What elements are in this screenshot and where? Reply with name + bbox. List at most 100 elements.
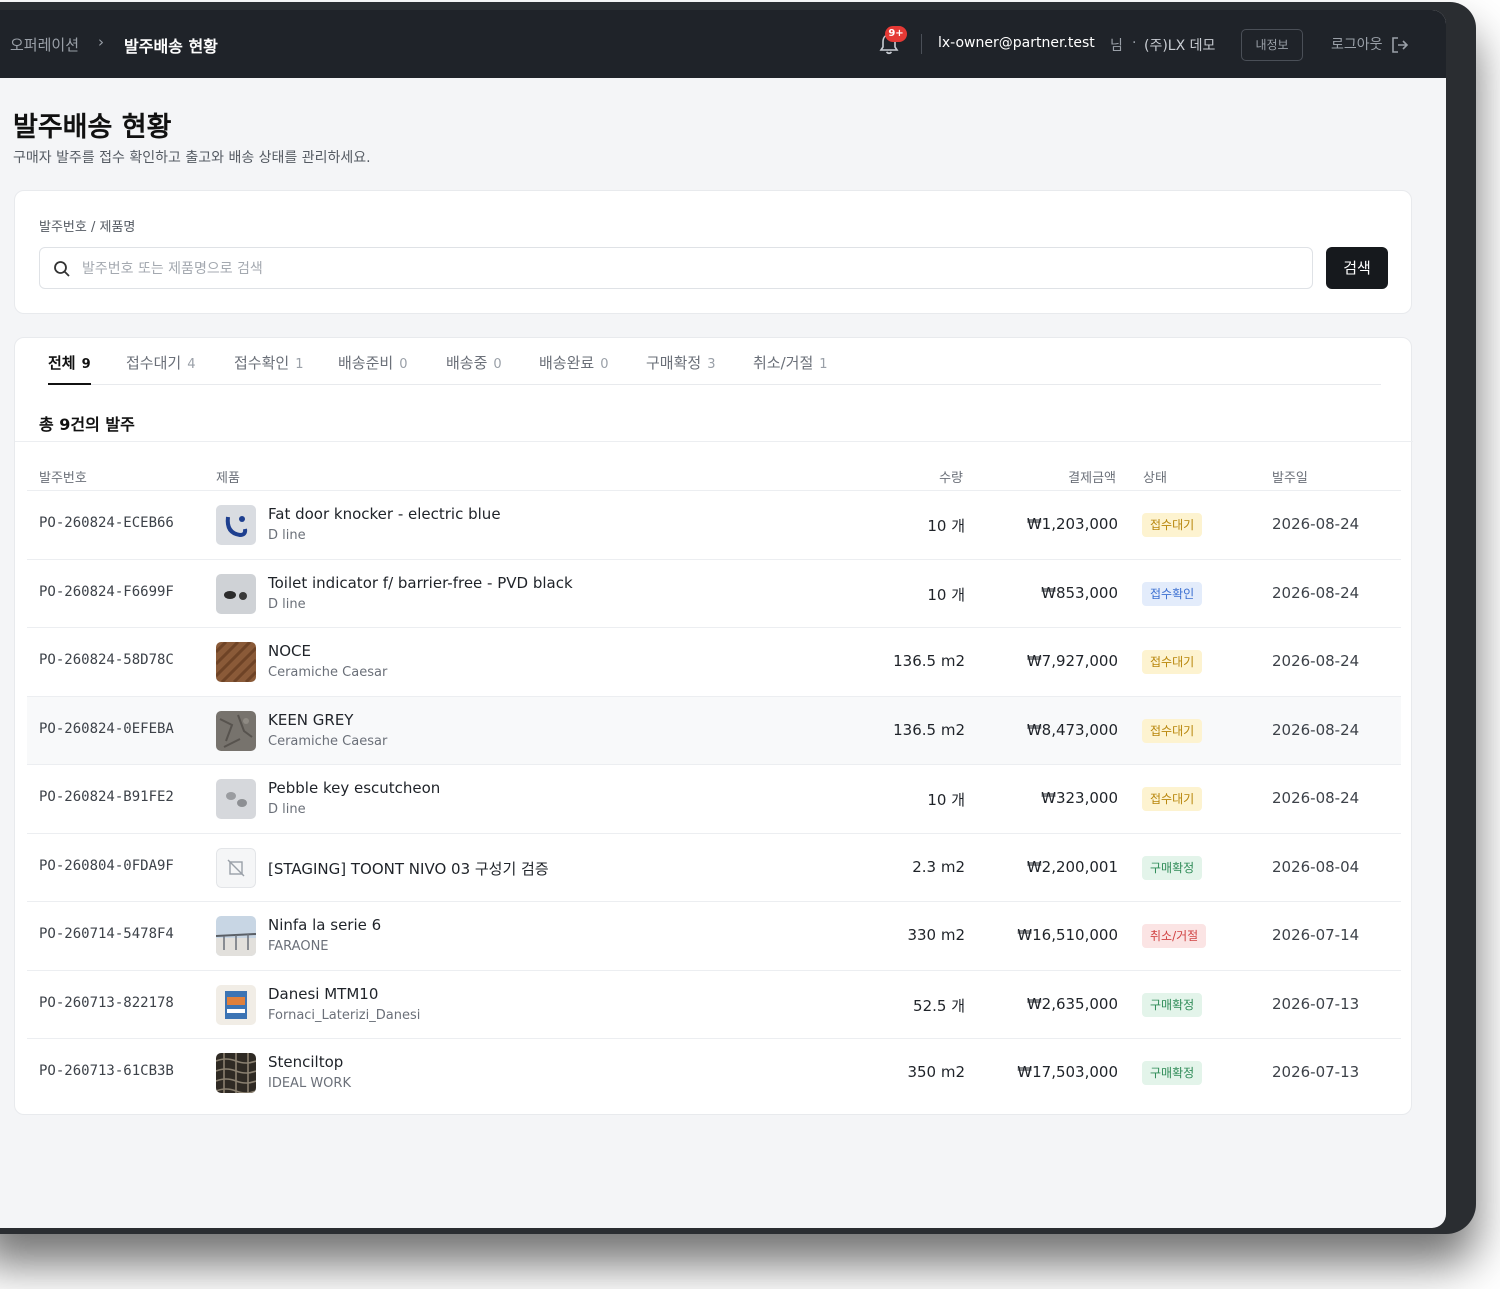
col-header-amount[interactable]: 결제금액: [1068, 467, 1116, 486]
order-date: 2026-08-24: [1272, 652, 1360, 670]
payment-amount: ₩2,635,000: [1026, 994, 1118, 1013]
search-label: 발주번호 / 제품명: [39, 220, 136, 235]
order-number[interactable]: PO-260804-0FDA9F: [39, 858, 174, 874]
door-knocker-icon: [216, 505, 256, 545]
user-company: (주)LX 데모: [1144, 38, 1216, 54]
top-bar: 오퍼레이션 › 발주배송 현황 9+ lx-owner@partner.test…: [0, 10, 1446, 78]
tab-label: 구매확정: [646, 354, 702, 372]
search-button[interactable]: 검색: [1326, 247, 1388, 289]
breadcrumb-current: 발주배송 현황: [124, 37, 218, 56]
order-number[interactable]: PO-260824-B91FE2: [39, 789, 174, 805]
tab-label: 배송중: [446, 354, 488, 372]
status-badge: 접수대기: [1142, 650, 1203, 674]
order-number[interactable]: PO-260713-61CB3B: [39, 1063, 174, 1079]
order-number[interactable]: PO-260714-5478F4: [39, 926, 174, 942]
user-email: lx-owner@partner.test: [938, 35, 1095, 51]
product-name: Pebble key escutcheon: [268, 779, 441, 797]
order-number[interactable]: PO-260713-822178: [39, 995, 174, 1011]
search-input[interactable]: [80, 248, 1304, 290]
quantity: 10 개: [927, 585, 965, 604]
tab-5[interactable]: 배송완료 0: [539, 352, 608, 384]
order-number[interactable]: PO-260824-58D78C: [39, 652, 174, 668]
railing-icon: [216, 916, 256, 956]
order-number[interactable]: PO-260824-0EFEBA: [39, 721, 174, 737]
no-image-icon: [216, 847, 256, 888]
product-name: NOCE: [268, 642, 311, 660]
col-header-status[interactable]: 상태: [1143, 467, 1167, 486]
table-row[interactable]: PO-260824-F6699F Toilet indicator f/ barr…: [27, 558, 1401, 628]
page-description: 구매자 발주를 접수 확인하고 출고와 배송 상태를 관리하세요.: [13, 150, 371, 166]
logout-button[interactable]: 로그아웃: [1331, 34, 1383, 54]
order-number[interactable]: PO-260824-F6699F: [39, 584, 174, 600]
table-row[interactable]: PO-260824-ECEB66 Fat door knocker - elect…: [27, 490, 1401, 559]
order-date: 2026-07-13: [1272, 1063, 1360, 1081]
order-date: 2026-08-24: [1272, 515, 1360, 533]
table-row[interactable]: PO-260824-0EFEBA KEEN GREY Ceramiche Caesa…: [27, 695, 1401, 765]
status-badge: 접수대기: [1142, 787, 1203, 811]
payment-amount: ₩853,000: [1041, 583, 1118, 602]
logout-icon[interactable]: [1390, 36, 1410, 54]
payment-amount: ₩323,000: [1041, 789, 1118, 807]
status-badge: 구매확정: [1142, 1061, 1203, 1085]
order-date: 2026-08-24: [1272, 789, 1360, 807]
tab-count: 1: [819, 357, 828, 372]
product-name: Toilet indicator f/ barrier-free - PVD b…: [268, 573, 573, 592]
quantity: 2.3 m2: [912, 857, 965, 876]
app-screen: 오퍼레이션 › 발주배송 현황 9+ lx-owner@partner.test…: [0, 10, 1446, 1228]
order-date: 2026-08-04: [1272, 857, 1360, 876]
table-row[interactable]: PO-260713-61CB3B Stenciltop IDEAL WORK 350 …: [27, 1038, 1401, 1107]
breadcrumb-separator-icon: ›: [98, 33, 104, 51]
quantity: 350 m2: [907, 1063, 965, 1081]
tab-count: 4: [187, 357, 196, 372]
tab-label: 전체: [48, 354, 76, 372]
product-brand: D line: [268, 528, 306, 543]
wood-tile-icon: [216, 642, 256, 682]
tab-count: 9: [81, 357, 91, 372]
quantity: 10 개: [927, 517, 965, 535]
product-name: Ninfa la serie 6: [268, 916, 382, 934]
topbar-divider: [921, 34, 922, 54]
quantity: 136.5 m2: [893, 652, 965, 670]
tab-7[interactable]: 취소/거절 1: [753, 352, 828, 384]
col-header-product[interactable]: 제품: [216, 467, 240, 486]
product-brand: D line: [268, 596, 306, 612]
tab-2[interactable]: 접수확인 1: [234, 352, 303, 384]
search-card: 발주번호 / 제품명 검색: [14, 190, 1412, 314]
search-box[interactable]: [39, 247, 1313, 290]
product-name: KEEN GREY: [268, 710, 354, 729]
payment-amount: ₩16,510,000: [1017, 926, 1118, 944]
order-date: 2026-08-24: [1272, 583, 1360, 602]
orders-card: 전체 9 접수대기 4 접수확인 1 배송준비 0 배송중 0 배송완료 0 구매확정 3 취소/거절 1 총…: [14, 337, 1413, 1115]
status-tabs: 전체 9 접수대기 4 접수확인 1 배송준비 0 배송중 0 배송완료 0 구매확정 3 취소/거절 1: [48, 352, 1381, 385]
order-number[interactable]: PO-260824-ECEB66: [39, 515, 174, 531]
tab-6[interactable]: 구매확정 3: [646, 352, 715, 384]
quantity: 52.5 개: [913, 996, 965, 1015]
status-badge: 접수대기: [1142, 513, 1203, 537]
order-date: 2026-07-13: [1272, 994, 1360, 1013]
tab-4[interactable]: 배송중 0: [446, 352, 502, 384]
tab-label: 배송완료: [539, 354, 595, 372]
table-row[interactable]: PO-260824-B91FE2 Pebble key escutcheon D l…: [27, 764, 1401, 833]
user-honorific: 님: [1110, 38, 1123, 54]
table-row[interactable]: PO-260713-822178 Danesi MTM10 Fornaci_Late…: [27, 969, 1401, 1039]
col-header-date[interactable]: 발주일: [1272, 467, 1308, 486]
table-row[interactable]: PO-260804-0FDA9F [STAGING] TOONT NIVO 03 …: [27, 832, 1401, 902]
my-info-button[interactable]: 내정보: [1241, 29, 1303, 61]
tab-count: 1: [295, 357, 304, 372]
divider: [15, 441, 1413, 442]
tab-label: 배송준비: [338, 354, 394, 372]
tab-3[interactable]: 배송준비 0: [338, 352, 407, 384]
table-row[interactable]: PO-260824-58D78C NOCE Ceramiche Caesar 136.…: [27, 627, 1401, 696]
table-row[interactable]: PO-260714-5478F4 Ninfa la serie 6 FARAONE 3…: [27, 901, 1401, 970]
product-name: Danesi MTM10: [268, 984, 379, 1003]
product-brand: Fornaci_Laterizi_Danesi: [268, 1007, 421, 1023]
col-header-po[interactable]: 발주번호: [39, 467, 87, 486]
total-count: 총 9건의 발주: [39, 415, 135, 434]
col-header-qty[interactable]: 수량: [939, 467, 963, 486]
payment-amount: ₩7,927,000: [1026, 652, 1118, 670]
breadcrumb-parent[interactable]: 오퍼레이션: [10, 34, 79, 55]
tab-0[interactable]: 전체 9: [48, 352, 91, 385]
tab-count: 0: [493, 357, 502, 372]
tab-1[interactable]: 접수대기 4: [126, 352, 195, 384]
search-icon: [54, 261, 70, 277]
